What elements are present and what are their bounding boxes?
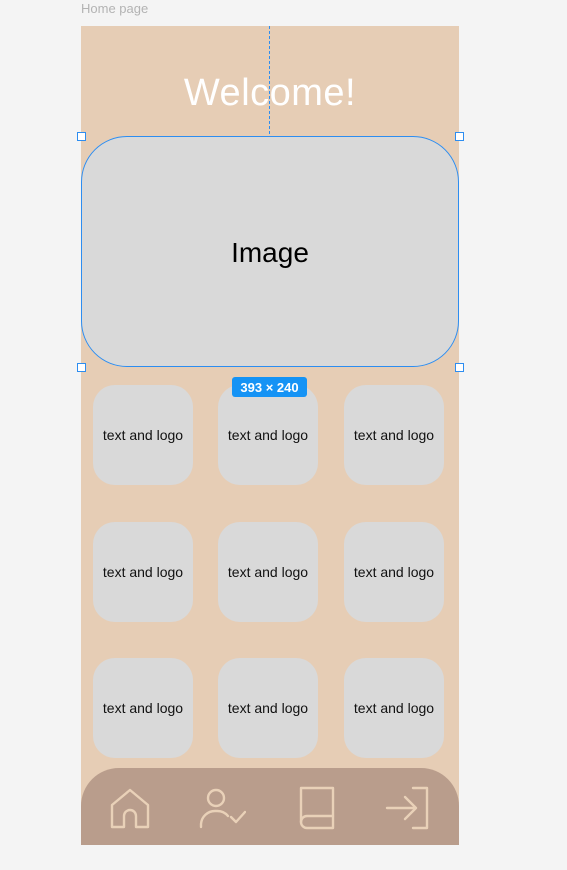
user-check-icon[interactable] [198, 784, 247, 832]
tile-4[interactable]: text and logo [93, 522, 193, 622]
tile-label: text and logo [102, 564, 184, 580]
tile-1[interactable]: text and logo [93, 385, 193, 485]
home-icon[interactable] [106, 784, 154, 832]
resize-handle-top-left[interactable] [77, 132, 86, 141]
tile-label: text and logo [102, 700, 184, 716]
tile-7[interactable]: text and logo [93, 658, 193, 758]
tile-label: text and logo [227, 564, 309, 580]
tile-label: text and logo [227, 427, 309, 443]
selection-box [81, 136, 459, 367]
tile-5[interactable]: text and logo [218, 522, 318, 622]
resize-handle-bottom-left[interactable] [77, 363, 86, 372]
resize-handle-bottom-right[interactable] [455, 363, 464, 372]
resize-handle-top-right[interactable] [455, 132, 464, 141]
tile-label: text and logo [353, 427, 435, 443]
tile-label: text and logo [353, 564, 435, 580]
tile-label: text and logo [353, 700, 435, 716]
size-badge: 393 × 240 [232, 377, 307, 397]
tile-label: text and logo [227, 700, 309, 716]
welcome-heading: Welcome! [183, 72, 357, 114]
login-icon[interactable] [383, 784, 431, 832]
tile-6[interactable]: text and logo [344, 522, 444, 622]
tile-2[interactable]: text and logo [218, 385, 318, 485]
tile-8[interactable]: text and logo [218, 658, 318, 758]
frame-label: Home page [81, 1, 149, 16]
tile-9[interactable]: text and logo [344, 658, 444, 758]
tile-label: text and logo [102, 427, 184, 443]
bottom-nav [81, 768, 459, 845]
book-icon[interactable] [293, 784, 341, 832]
tile-3[interactable]: text and logo [344, 385, 444, 485]
